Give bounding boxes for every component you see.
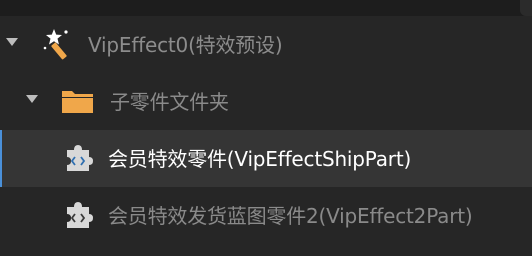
tree-item-label: 会员特效零件(VipEffectShipPart): [108, 147, 412, 171]
code-puzzle-icon: [60, 140, 96, 176]
tree-item-vipeffect0[interactable]: VipEffect0(特效预设): [0, 16, 532, 73]
hierarchy-tree: VipEffect0(特效预设) 子零件文件夹 会员特效零件(VipEffect…: [0, 16, 532, 244]
magic-wand-icon: [40, 26, 76, 62]
expand-arrow-icon[interactable]: [26, 95, 38, 103]
top-bar: [0, 0, 532, 16]
top-bar-corner: [520, 0, 532, 16]
folder-icon: [60, 83, 96, 119]
code-puzzle-icon: [60, 197, 96, 233]
tree-item-label: VipEffect0(特效预设): [88, 33, 283, 57]
tree-item-label: 会员特效发货蓝图零件2(VipEffect2Part): [108, 204, 473, 228]
tree-item-subparts-folder[interactable]: 子零件文件夹: [0, 73, 532, 130]
tree-item-vipeffect-shippart[interactable]: 会员特效零件(VipEffectShipPart): [0, 130, 532, 187]
tree-item-label: 子零件文件夹: [110, 90, 229, 114]
tree-item-vipeffect2part[interactable]: 会员特效发货蓝图零件2(VipEffect2Part): [0, 187, 532, 244]
expand-arrow-icon[interactable]: [6, 38, 18, 46]
